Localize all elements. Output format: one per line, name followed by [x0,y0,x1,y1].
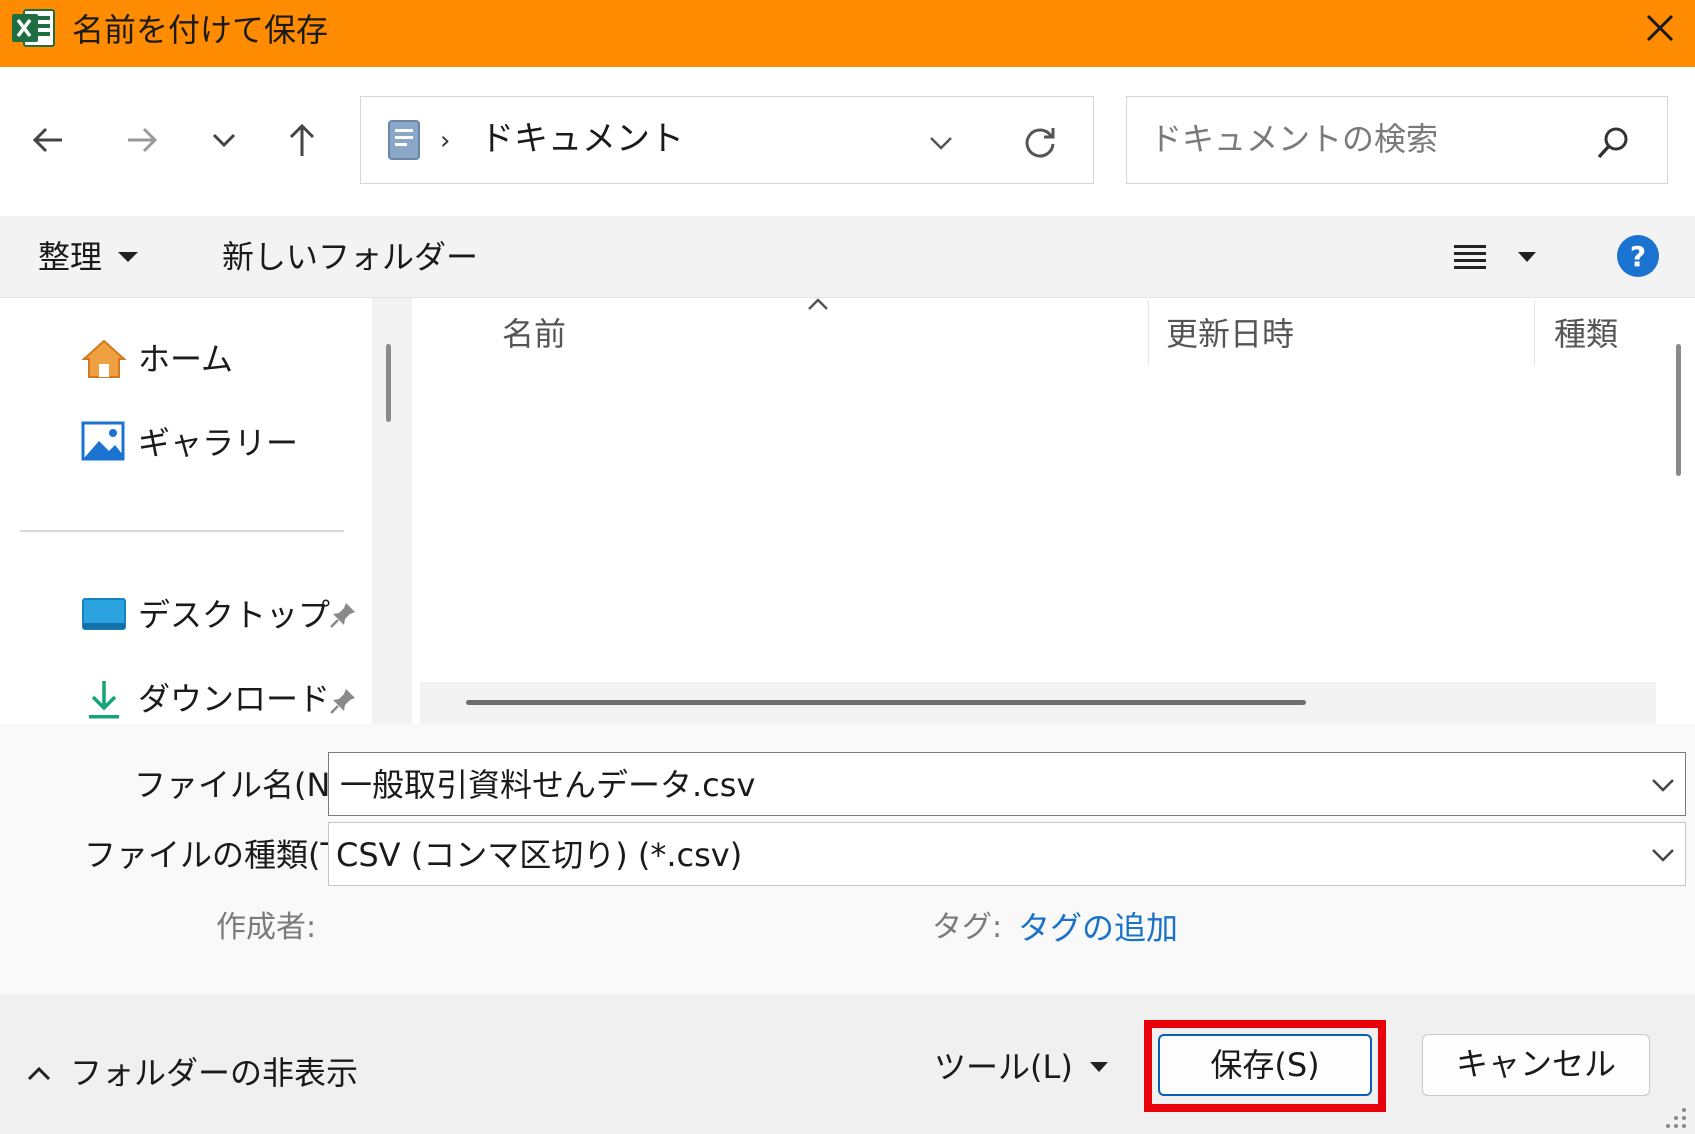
sidebar-item-label: デスクトップ [138,596,331,634]
column-divider[interactable] [1148,300,1149,366]
refresh-icon[interactable] [1020,122,1060,162]
file-list-vertical-scroll-thumb[interactable] [1676,344,1681,476]
caret-down-icon[interactable] [1088,1060,1110,1074]
desktop-icon [80,591,128,639]
address-dropdown-icon[interactable] [924,126,958,160]
gallery-icon [80,419,128,467]
sidebar-item-home[interactable]: ホーム [80,334,233,384]
home-icon [80,335,128,383]
view-options-caret-icon[interactable] [1516,250,1538,264]
sidebar-item-label: ホーム [138,340,234,378]
file-list-horizontal-scroll-thumb[interactable] [466,700,1306,705]
up-button[interactable] [274,112,330,168]
chevron-down-icon [212,133,236,148]
close-icon[interactable] [1640,8,1680,48]
help-icon[interactable]: ? [1616,234,1660,278]
resize-grip-icon[interactable] [1662,1104,1690,1132]
download-icon [80,675,128,723]
column-header-date[interactable]: 更新日時 [1166,312,1294,356]
documents-icon [388,120,420,160]
chevron-down-icon[interactable] [1648,840,1678,870]
window-title: 名前を付けて保存 [72,11,329,49]
save-button[interactable]: 保存(S) [1158,1034,1372,1096]
search-icon[interactable] [1594,124,1632,162]
filetype-value[interactable]: CSV (コンマ区切り) (*.csv) [336,832,742,878]
sidebar-item-downloads[interactable]: ダウンロード [80,674,330,724]
author-label: 作成者: [216,910,317,945]
back-button[interactable] [20,112,76,168]
organize-button[interactable]: 整理 [38,234,102,280]
sort-ascending-icon [808,298,828,310]
sidebar-scroll-thumb[interactable] [386,344,391,422]
chevron-down-icon[interactable] [1648,770,1678,800]
pin-icon[interactable] [328,686,358,716]
hide-folders-button[interactable]: フォルダーの非表示 [26,1050,358,1096]
svg-text:?: ? [1630,240,1646,273]
hide-folders-label: フォルダーの非表示 [70,1054,359,1092]
arrow-right-icon [128,127,158,153]
filename-value[interactable]: 一般取引資料せんデータ.csv [340,762,755,808]
sidebar-divider [20,530,344,532]
breadcrumb-separator-icon: › [440,126,451,156]
sidebar-scrollbar[interactable] [372,298,412,724]
filetype-label: ファイルの種類(T): [84,836,364,874]
new-folder-button[interactable]: 新しいフォルダー [222,234,478,280]
file-list[interactable] [412,298,1695,724]
pin-icon[interactable] [328,600,358,630]
breadcrumb-location[interactable]: ドキュメント [480,116,684,162]
excel-icon [12,9,55,47]
sidebar-item-gallery[interactable]: ギャラリー [80,418,298,468]
sidebar-item-desktop[interactable]: デスクトップ [80,590,330,640]
arrow-left-icon [32,127,62,153]
column-header-type[interactable]: 種類 [1554,312,1618,356]
arrow-up-icon [289,123,315,156]
search-placeholder: ドキュメントの検索 [1150,120,1439,158]
sidebar-item-label: ギャラリー [138,424,299,462]
forward-button[interactable] [114,112,170,168]
sidebar-item-label: ダウンロード [138,680,331,718]
filename-label: ファイル名(N): [134,766,354,804]
view-list-icon[interactable] [1450,240,1490,274]
cancel-button[interactable]: キャンセル [1422,1034,1650,1096]
address-bar[interactable] [360,96,1094,184]
caret-down-icon[interactable] [116,250,140,264]
add-tag-link[interactable]: タグの追加 [1018,906,1178,950]
tag-label: タグ: [932,910,1003,945]
recent-locations-button[interactable] [196,112,252,168]
column-header-name[interactable]: 名前 [502,312,566,356]
chevron-up-icon [27,1066,51,1081]
tools-button[interactable]: ツール(L) [934,1044,1073,1090]
column-divider[interactable] [1534,300,1535,366]
